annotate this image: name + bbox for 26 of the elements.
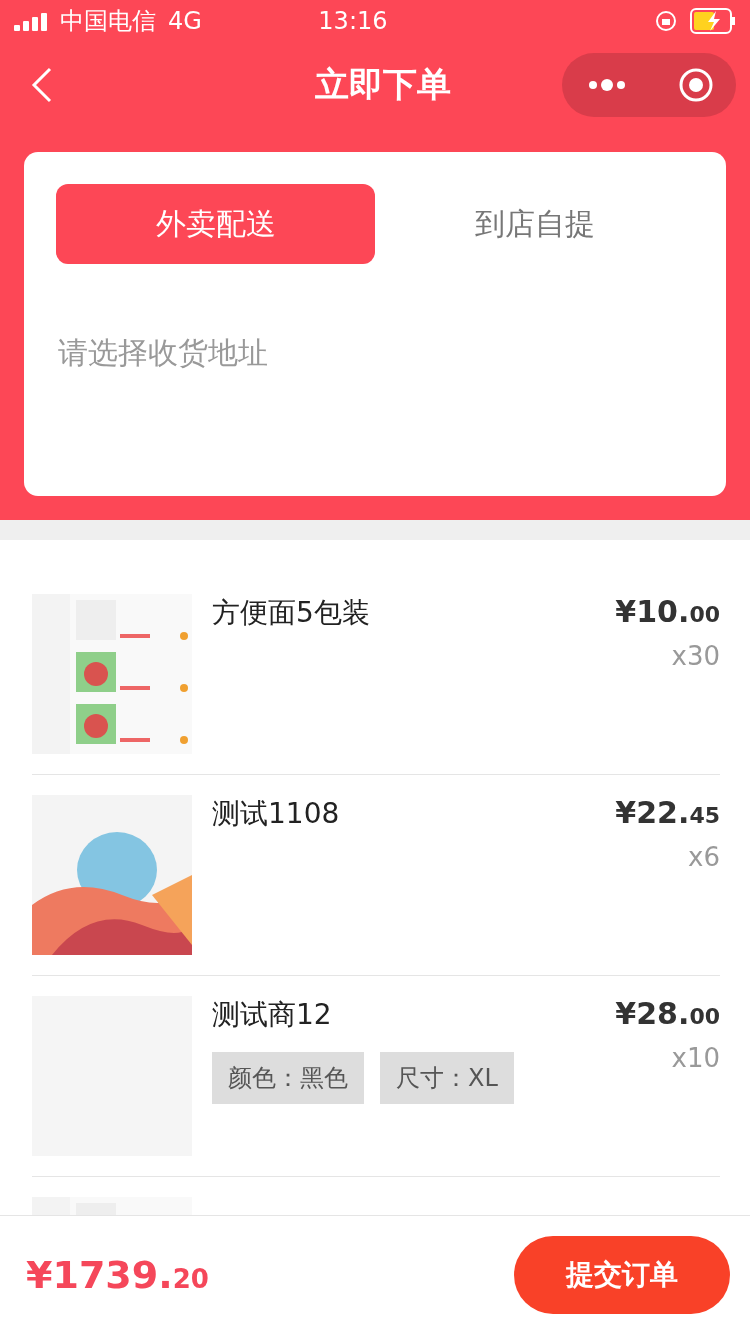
spec-tag: 尺寸：XL (380, 1052, 514, 1104)
product-quantity: x10 (671, 1043, 720, 1073)
signal-icon (14, 11, 48, 31)
clock-text: 13:16 (317, 7, 389, 35)
network-text: 4G (168, 7, 202, 35)
battery-icon (690, 8, 736, 34)
product-price: ¥22.45 (615, 795, 720, 830)
product-name: 测试商12 (212, 997, 333, 1033)
rotation-lock-icon (654, 9, 678, 33)
product-price: ¥28.00 (615, 996, 720, 1031)
more-icon[interactable] (588, 78, 626, 92)
product-quantity: x6 (688, 842, 720, 872)
back-icon[interactable] (30, 67, 54, 103)
carrier-text: 中国电信 (60, 6, 156, 37)
product-name: 方便面5包装 (212, 595, 371, 631)
delivery-tab[interactable]: 外卖配送 (56, 184, 375, 264)
close-icon[interactable] (678, 67, 714, 103)
total-price: ¥1739.20 (26, 1253, 209, 1297)
address-field[interactable]: 请选择收货地址 (56, 334, 698, 371)
page-title: 立即下单 (315, 63, 451, 106)
delivery-tab[interactable]: 到店自提 (375, 184, 694, 264)
product-name: 测试1108 (212, 796, 341, 832)
submit-order-button[interactable]: 提交订单 (514, 1236, 730, 1314)
product-price: ¥10.00 (615, 594, 720, 629)
spec-tag: 颜色：黑色 (212, 1052, 364, 1104)
product-quantity: x30 (671, 641, 720, 671)
